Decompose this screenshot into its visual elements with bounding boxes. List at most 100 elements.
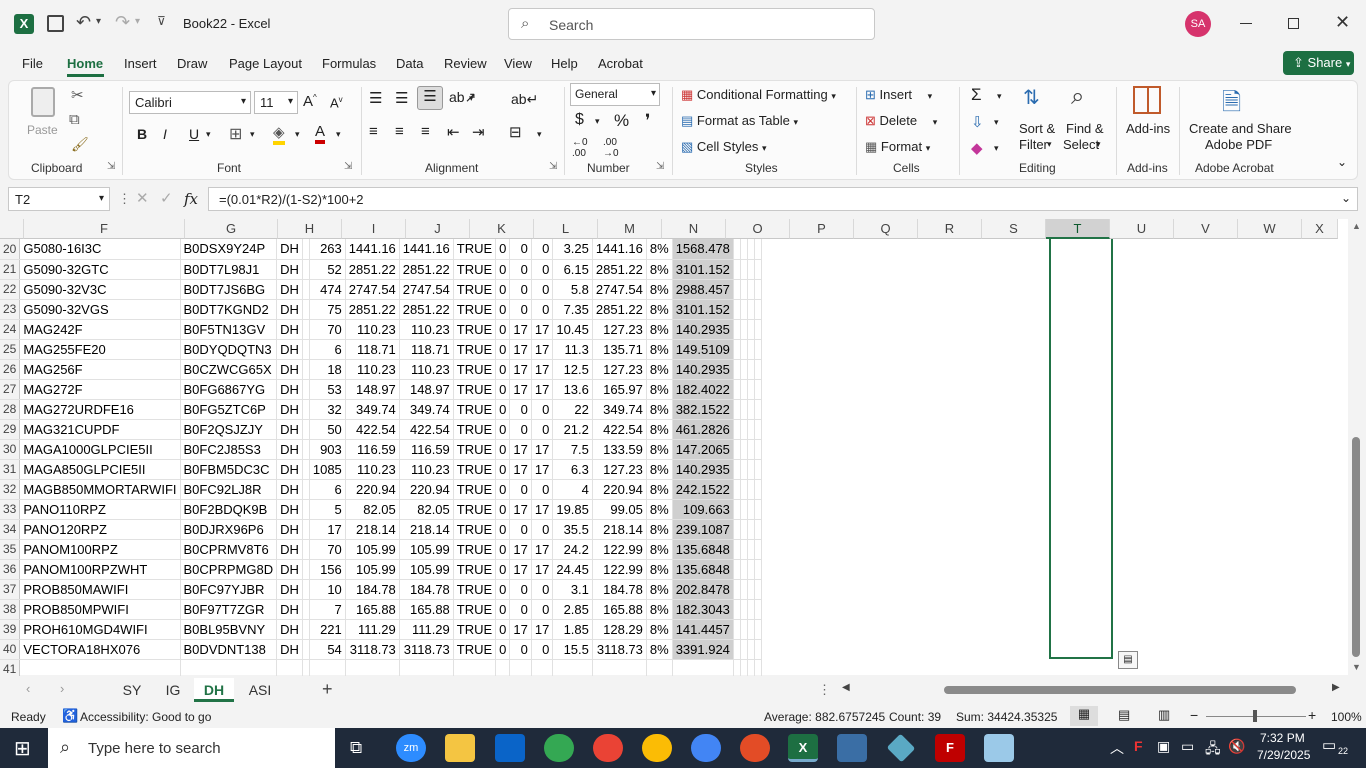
cell-u[interactable] — [733, 579, 741, 600]
cell-q[interactable]: 21.2 — [552, 419, 593, 440]
cell-g[interactable]: B0DT7KGND2 — [180, 299, 278, 320]
cell-h[interactable]: DH — [276, 379, 303, 400]
cell-h[interactable]: DH — [276, 519, 303, 540]
cell-l[interactable]: 3118.73 — [399, 639, 454, 660]
expand-formula-icon[interactable]: ⌄ — [1341, 191, 1351, 205]
cell-i[interactable] — [302, 299, 310, 320]
cell-q[interactable]: 15.5 — [552, 639, 593, 660]
accessibility-icon[interactable]: ♿ — [62, 708, 78, 724]
wrap-text-icon[interactable]: ab↵ — [511, 91, 538, 108]
cell-i[interactable] — [302, 559, 310, 580]
cell-n[interactable]: 0 — [495, 319, 511, 340]
zoom-slider[interactable] — [1206, 710, 1306, 722]
cell-m[interactable]: TRUE — [453, 619, 497, 640]
cell-x[interactable] — [754, 599, 762, 620]
cell-k[interactable]: 3118.73 — [345, 639, 400, 660]
cell-m[interactable]: TRUE — [453, 499, 497, 520]
filter-label[interactable]: Filter — [1019, 137, 1048, 152]
cell-m[interactable]: TRUE — [453, 379, 497, 400]
cell-r[interactable]: 165.97 — [592, 379, 647, 400]
cell-s[interactable]: 8% — [646, 359, 673, 380]
cell-w[interactable] — [747, 479, 755, 500]
cell-t[interactable]: 147.2065 — [672, 439, 734, 460]
italic-button[interactable]: I — [163, 126, 167, 142]
cell-r[interactable]: 349.74 — [592, 399, 647, 420]
cell-q[interactable]: 6.3 — [552, 459, 593, 480]
cell-l[interactable]: 2851.22 — [399, 259, 454, 280]
undo-dropdown-icon[interactable]: ▾ — [96, 16, 101, 27]
cell-i[interactable] — [302, 279, 310, 300]
cell-v[interactable] — [740, 439, 748, 460]
chrome-icon-1[interactable] — [544, 734, 574, 762]
name-box[interactable]: T2 ▾ — [8, 187, 110, 211]
cell-n[interactable]: 0 — [495, 439, 511, 460]
filezilla-tray-icon[interactable]: F — [1134, 738, 1143, 754]
prev-sheet-icon[interactable]: ‹ — [26, 681, 30, 696]
column-header[interactable]: J — [406, 219, 470, 239]
cell-l[interactable]: 116.59 — [399, 439, 454, 460]
cell-p[interactable]: 17 — [531, 619, 554, 640]
cell-p[interactable]: 17 — [531, 459, 554, 480]
cell-v[interactable] — [740, 359, 748, 380]
cell-g[interactable]: B0CZWCG65X — [180, 359, 278, 380]
row-header[interactable]: 25 — [0, 339, 21, 360]
cell-p[interactable]: 0 — [531, 399, 554, 420]
cell-m[interactable]: TRUE — [453, 639, 497, 660]
cell-r[interactable]: 184.78 — [592, 579, 647, 600]
cell-m[interactable]: TRUE — [453, 439, 497, 460]
cell-h[interactable]: DH — [276, 639, 303, 660]
cell-u[interactable] — [733, 299, 741, 320]
cell-n[interactable]: 0 — [495, 639, 511, 660]
cell-x[interactable] — [754, 399, 762, 420]
cell-t[interactable]: 109.663 — [672, 499, 734, 520]
cell-n[interactable]: 0 — [495, 339, 511, 360]
cell-f[interactable]: MAGA1000GLPCIE5II — [19, 439, 181, 460]
cell-q[interactable]: 5.8 — [552, 279, 593, 300]
align-center-icon[interactable]: ≡ — [395, 123, 404, 140]
paste-icon[interactable] — [31, 87, 55, 117]
cell-i[interactable] — [302, 339, 310, 360]
cell-h[interactable]: DH — [276, 399, 303, 420]
cell-u[interactable] — [733, 499, 741, 520]
cell-s[interactable]: 8% — [646, 639, 673, 660]
cell-o[interactable]: 0 — [509, 279, 532, 300]
cell-m[interactable]: TRUE — [453, 259, 497, 280]
cell-i[interactable] — [302, 319, 310, 340]
cell-q[interactable]: 12.5 — [552, 359, 593, 380]
cell-l[interactable]: 2851.22 — [399, 299, 454, 320]
horizontal-scrollbar[interactable]: ◀ ▶ — [840, 682, 1348, 698]
cell-j[interactable]: 263 — [309, 239, 346, 260]
cell-h[interactable]: DH — [276, 439, 303, 460]
scroll-thumb-horizontal[interactable] — [944, 686, 1296, 694]
undo-icon[interactable]: ↶ — [76, 12, 91, 33]
row-header[interactable]: 21 — [0, 259, 21, 280]
cell-l[interactable]: 349.74 — [399, 399, 454, 420]
cell-q[interactable]: 7.5 — [552, 439, 593, 460]
cell-x[interactable] — [754, 359, 762, 380]
cell-v[interactable] — [740, 579, 748, 600]
calculator-icon[interactable] — [837, 734, 867, 762]
windows-start-icon[interactable]: ⊞ — [14, 736, 31, 761]
notepad-icon[interactable] — [984, 734, 1014, 762]
cell-s[interactable]: 8% — [646, 499, 673, 520]
collapse-ribbon-icon[interactable]: ⌄ — [1337, 155, 1347, 169]
tab-formulas[interactable]: Formulas — [322, 56, 376, 71]
cell-f[interactable]: MAGA850GLPCIE5II — [19, 459, 181, 480]
sort-label[interactable]: Sort & — [1019, 121, 1055, 136]
cell-h[interactable]: DH — [276, 539, 303, 560]
cell-f[interactable]: MAG272URDFE16 — [19, 399, 181, 420]
cell-p[interactable]: 17 — [531, 319, 554, 340]
cell-o[interactable]: 0 — [509, 479, 532, 500]
cell-q[interactable]: 24.2 — [552, 539, 593, 560]
cell-k[interactable]: 148.97 — [345, 379, 400, 400]
count-status[interactable]: Count: 39 — [889, 710, 941, 724]
cell-x[interactable] — [754, 319, 762, 340]
cell-h[interactable]: DH — [276, 459, 303, 480]
number-launcher-icon[interactable]: ⇲ — [656, 161, 664, 172]
cell-s[interactable]: 8% — [646, 559, 673, 580]
cell-q[interactable]: 11.3 — [552, 339, 593, 360]
zoom-level[interactable]: 100% — [1331, 710, 1362, 724]
cell-t[interactable]: 3101.152 — [672, 299, 734, 320]
chrome-icon-3[interactable] — [642, 734, 672, 762]
cell-f[interactable]: MAG242F — [19, 319, 181, 340]
